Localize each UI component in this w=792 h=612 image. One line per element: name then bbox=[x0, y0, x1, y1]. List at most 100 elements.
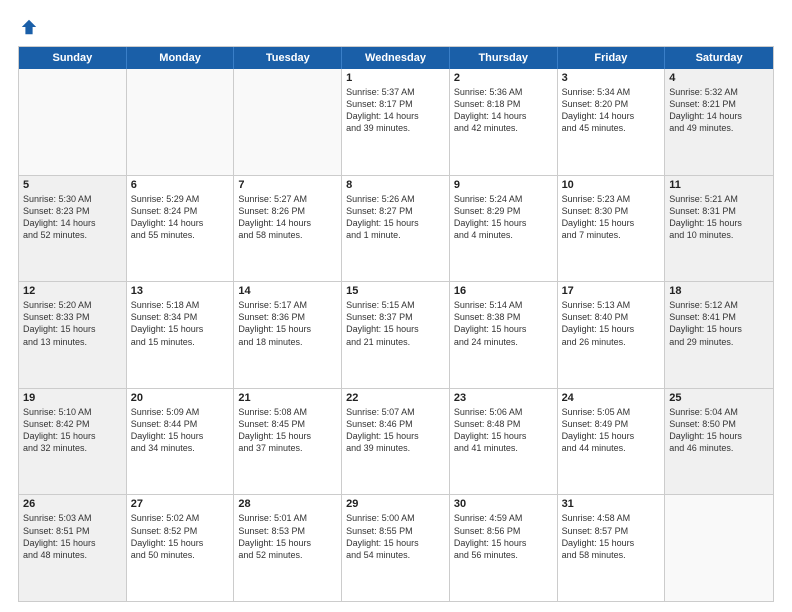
day-number: 10 bbox=[562, 179, 661, 191]
cell-info: Sunrise: 5:07 AM Sunset: 8:46 PM Dayligh… bbox=[346, 406, 445, 455]
calendar-cell-2-4: 16 Sunrise: 5:14 AM Sunset: 8:38 PM Dayli… bbox=[450, 282, 558, 388]
cell-info: Sunrise: 5:21 AM Sunset: 8:31 PM Dayligh… bbox=[669, 193, 769, 242]
calendar-row-2: 12 Sunrise: 5:20 AM Sunset: 8:33 PM Dayli… bbox=[19, 281, 773, 388]
calendar-cell-1-5: 10 Sunrise: 5:23 AM Sunset: 8:30 PM Dayli… bbox=[558, 176, 666, 282]
day-number: 19 bbox=[23, 392, 122, 404]
weekday-header-wednesday: Wednesday bbox=[342, 47, 450, 69]
cell-info: Sunrise: 5:03 AM Sunset: 8:51 PM Dayligh… bbox=[23, 512, 122, 561]
calendar-cell-4-4: 30 Sunrise: 4:59 AM Sunset: 8:56 PM Dayli… bbox=[450, 495, 558, 601]
calendar-body: 1Sunrise: 5:37 AM Sunset: 8:17 PM Daylig… bbox=[19, 69, 773, 601]
cell-info: Sunrise: 5:23 AM Sunset: 8:30 PM Dayligh… bbox=[562, 193, 661, 242]
calendar-cell-4-5: 31 Sunrise: 4:58 AM Sunset: 8:57 PM Dayli… bbox=[558, 495, 666, 601]
cell-info: Sunrise: 4:59 AM Sunset: 8:56 PM Dayligh… bbox=[454, 512, 553, 561]
day-number: 6 bbox=[131, 179, 230, 191]
calendar-cell-3-1: 20Sunrise: 5:09 AM Sunset: 8:44 PM Dayli… bbox=[127, 389, 235, 495]
calendar-cell-4-2: 28 Sunrise: 5:01 AM Sunset: 8:53 PM Dayli… bbox=[234, 495, 342, 601]
weekday-header-monday: Monday bbox=[127, 47, 235, 69]
logo-icon bbox=[20, 18, 38, 36]
calendar-row-0: 1Sunrise: 5:37 AM Sunset: 8:17 PM Daylig… bbox=[19, 69, 773, 175]
day-number: 29 bbox=[346, 498, 445, 510]
cell-info: Sunrise: 5:15 AM Sunset: 8:37 PM Dayligh… bbox=[346, 299, 445, 348]
calendar-cell-4-0: 26Sunrise: 5:03 AM Sunset: 8:51 PM Dayli… bbox=[19, 495, 127, 601]
day-number: 14 bbox=[238, 285, 337, 297]
calendar-cell-2-1: 13 Sunrise: 5:18 AM Sunset: 8:34 PM Dayli… bbox=[127, 282, 235, 388]
cell-info: Sunrise: 5:34 AM Sunset: 8:20 PM Dayligh… bbox=[562, 86, 661, 135]
calendar-cell-1-0: 5 Sunrise: 5:30 AM Sunset: 8:23 PM Daylig… bbox=[19, 176, 127, 282]
cell-info: Sunrise: 5:36 AM Sunset: 8:18 PM Dayligh… bbox=[454, 86, 553, 135]
cell-info: Sunrise: 5:24 AM Sunset: 8:29 PM Dayligh… bbox=[454, 193, 553, 242]
calendar-cell-2-6: 18 Sunrise: 5:12 AM Sunset: 8:41 PM Dayli… bbox=[665, 282, 773, 388]
day-number: 28 bbox=[238, 498, 337, 510]
calendar-cell-2-5: 17 Sunrise: 5:13 AM Sunset: 8:40 PM Dayli… bbox=[558, 282, 666, 388]
cell-info: Sunrise: 5:04 AM Sunset: 8:50 PM Dayligh… bbox=[669, 406, 769, 455]
weekday-header-thursday: Thursday bbox=[450, 47, 558, 69]
calendar-cell-3-4: 23Sunrise: 5:06 AM Sunset: 8:48 PM Dayli… bbox=[450, 389, 558, 495]
day-number: 13 bbox=[131, 285, 230, 297]
day-number: 1 bbox=[346, 72, 445, 84]
cell-info: Sunrise: 5:02 AM Sunset: 8:52 PM Dayligh… bbox=[131, 512, 230, 561]
cell-info: Sunrise: 5:30 AM Sunset: 8:23 PM Dayligh… bbox=[23, 193, 122, 242]
calendar-cell-2-3: 15 Sunrise: 5:15 AM Sunset: 8:37 PM Dayli… bbox=[342, 282, 450, 388]
day-number: 16 bbox=[454, 285, 553, 297]
cell-info: Sunrise: 5:00 AM Sunset: 8:55 PM Dayligh… bbox=[346, 512, 445, 561]
calendar-cell-0-3: 1Sunrise: 5:37 AM Sunset: 8:17 PM Daylig… bbox=[342, 69, 450, 175]
weekday-header-tuesday: Tuesday bbox=[234, 47, 342, 69]
calendar-cell-2-2: 14 Sunrise: 5:17 AM Sunset: 8:36 PM Dayli… bbox=[234, 282, 342, 388]
cell-info: Sunrise: 5:18 AM Sunset: 8:34 PM Dayligh… bbox=[131, 299, 230, 348]
calendar-header: SundayMondayTuesdayWednesdayThursdayFrid… bbox=[19, 47, 773, 69]
day-number: 3 bbox=[562, 72, 661, 84]
day-number: 4 bbox=[669, 72, 769, 84]
calendar-cell-0-1 bbox=[127, 69, 235, 175]
header bbox=[18, 18, 774, 36]
calendar-cell-0-0 bbox=[19, 69, 127, 175]
weekday-header-sunday: Sunday bbox=[19, 47, 127, 69]
calendar-cell-4-3: 29 Sunrise: 5:00 AM Sunset: 8:55 PM Dayli… bbox=[342, 495, 450, 601]
day-number: 27 bbox=[131, 498, 230, 510]
cell-info: Sunrise: 5:29 AM Sunset: 8:24 PM Dayligh… bbox=[131, 193, 230, 242]
day-number: 17 bbox=[562, 285, 661, 297]
day-number: 15 bbox=[346, 285, 445, 297]
cell-info: Sunrise: 5:10 AM Sunset: 8:42 PM Dayligh… bbox=[23, 406, 122, 455]
cell-info: Sunrise: 5:12 AM Sunset: 8:41 PM Dayligh… bbox=[669, 299, 769, 348]
calendar-cell-2-0: 12 Sunrise: 5:20 AM Sunset: 8:33 PM Dayli… bbox=[19, 282, 127, 388]
cell-info: Sunrise: 5:14 AM Sunset: 8:38 PM Dayligh… bbox=[454, 299, 553, 348]
cell-info: Sunrise: 5:17 AM Sunset: 8:36 PM Dayligh… bbox=[238, 299, 337, 348]
cell-info: Sunrise: 5:05 AM Sunset: 8:49 PM Dayligh… bbox=[562, 406, 661, 455]
cell-info: Sunrise: 5:09 AM Sunset: 8:44 PM Dayligh… bbox=[131, 406, 230, 455]
cell-info: Sunrise: 5:08 AM Sunset: 8:45 PM Dayligh… bbox=[238, 406, 337, 455]
calendar-cell-3-3: 22 Sunrise: 5:07 AM Sunset: 8:46 PM Dayli… bbox=[342, 389, 450, 495]
day-number: 5 bbox=[23, 179, 122, 191]
calendar-cell-0-2 bbox=[234, 69, 342, 175]
calendar-cell-0-5: 3 Sunrise: 5:34 AM Sunset: 8:20 PM Daylig… bbox=[558, 69, 666, 175]
cell-info: Sunrise: 5:26 AM Sunset: 8:27 PM Dayligh… bbox=[346, 193, 445, 242]
day-number: 12 bbox=[23, 285, 122, 297]
calendar-cell-1-4: 9 Sunrise: 5:24 AM Sunset: 8:29 PM Daylig… bbox=[450, 176, 558, 282]
cell-info: Sunrise: 5:13 AM Sunset: 8:40 PM Dayligh… bbox=[562, 299, 661, 348]
page: SundayMondayTuesdayWednesdayThursdayFrid… bbox=[0, 0, 792, 612]
day-number: 30 bbox=[454, 498, 553, 510]
day-number: 21 bbox=[238, 392, 337, 404]
calendar-cell-3-6: 25 Sunrise: 5:04 AM Sunset: 8:50 PM Dayli… bbox=[665, 389, 773, 495]
cell-info: Sunrise: 5:27 AM Sunset: 8:26 PM Dayligh… bbox=[238, 193, 337, 242]
weekday-header-saturday: Saturday bbox=[665, 47, 773, 69]
calendar-row-4: 26Sunrise: 5:03 AM Sunset: 8:51 PM Dayli… bbox=[19, 494, 773, 601]
logo bbox=[18, 18, 38, 36]
day-number: 18 bbox=[669, 285, 769, 297]
cell-info: Sunrise: 5:01 AM Sunset: 8:53 PM Dayligh… bbox=[238, 512, 337, 561]
day-number: 9 bbox=[454, 179, 553, 191]
cell-info: Sunrise: 5:32 AM Sunset: 8:21 PM Dayligh… bbox=[669, 86, 769, 135]
day-number: 22 bbox=[346, 392, 445, 404]
calendar-cell-3-5: 24Sunrise: 5:05 AM Sunset: 8:49 PM Dayli… bbox=[558, 389, 666, 495]
day-number: 23 bbox=[454, 392, 553, 404]
calendar-cell-1-6: 11 Sunrise: 5:21 AM Sunset: 8:31 PM Dayli… bbox=[665, 176, 773, 282]
calendar-cell-0-6: 4 Sunrise: 5:32 AM Sunset: 8:21 PM Daylig… bbox=[665, 69, 773, 175]
day-number: 11 bbox=[669, 179, 769, 191]
cell-info: Sunrise: 5:20 AM Sunset: 8:33 PM Dayligh… bbox=[23, 299, 122, 348]
day-number: 7 bbox=[238, 179, 337, 191]
day-number: 25 bbox=[669, 392, 769, 404]
calendar-cell-1-2: 7 Sunrise: 5:27 AM Sunset: 8:26 PM Daylig… bbox=[234, 176, 342, 282]
calendar-row-3: 19 Sunrise: 5:10 AM Sunset: 8:42 PM Dayli… bbox=[19, 388, 773, 495]
day-number: 31 bbox=[562, 498, 661, 510]
day-number: 2 bbox=[454, 72, 553, 84]
cell-info: Sunrise: 4:58 AM Sunset: 8:57 PM Dayligh… bbox=[562, 512, 661, 561]
